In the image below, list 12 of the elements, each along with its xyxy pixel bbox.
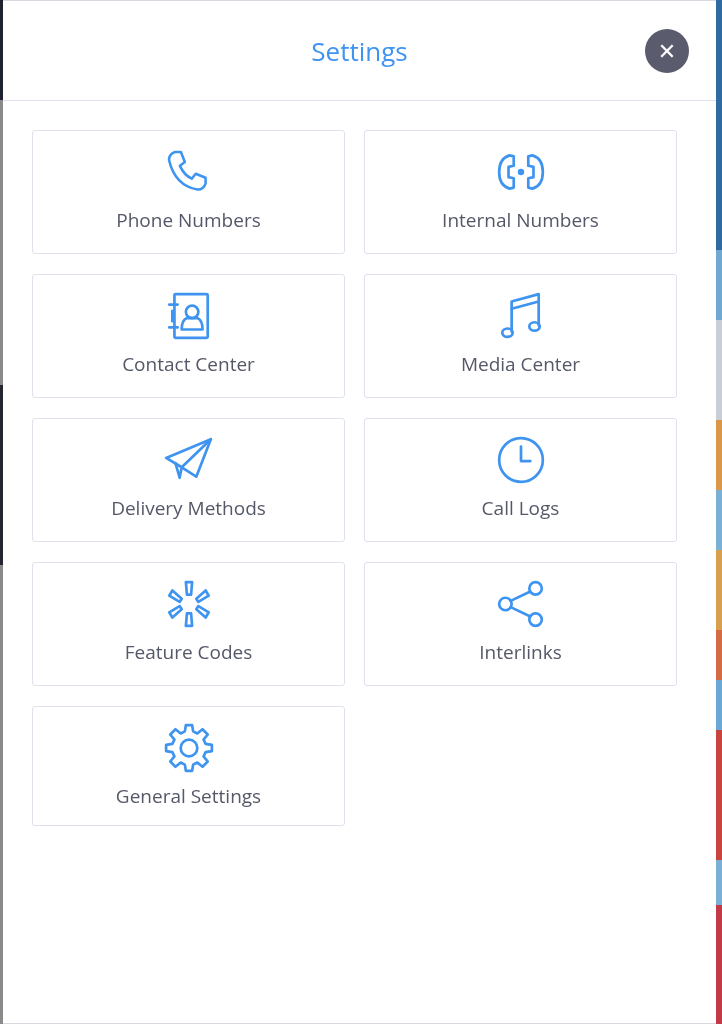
settings-icon <box>162 722 215 774</box>
settings-tile[interactable]: Feature Codes <box>32 562 345 686</box>
dialog-title: Settings <box>311 32 408 69</box>
settings-tile[interactable]: Interlinks <box>364 562 677 686</box>
settings-tile[interactable]: Phone Numbers <box>32 130 345 254</box>
settings-tile[interactable]: Delivery Methods <box>32 418 345 542</box>
settings-tile[interactable]: Contact Center <box>32 274 345 398</box>
close-button[interactable]: ✕ <box>645 29 689 73</box>
settings-tile[interactable]: General Settings <box>32 706 345 826</box>
settings-tile[interactable]: Call Logs <box>364 418 677 542</box>
settings-tile[interactable]: Media Center <box>364 274 677 398</box>
settings-tile[interactable]: Internal Numbers <box>364 130 677 254</box>
